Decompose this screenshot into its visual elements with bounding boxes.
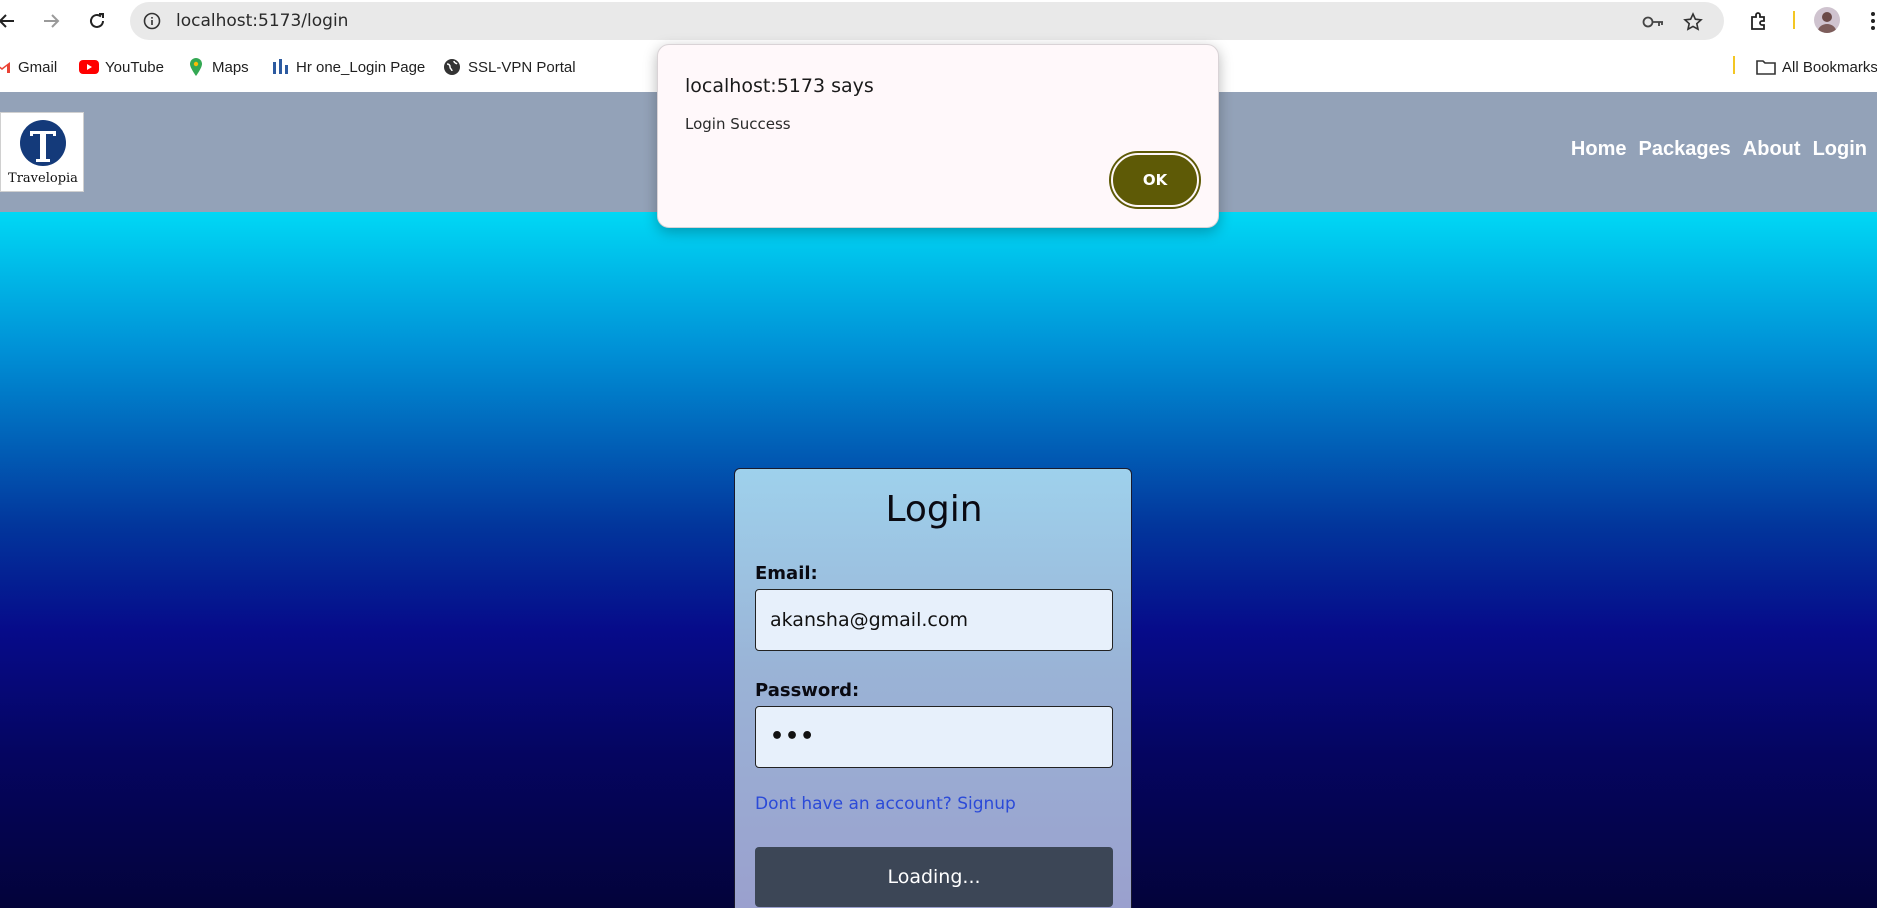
folder-icon (1756, 57, 1776, 77)
bookmark-star-icon[interactable] (1682, 11, 1704, 33)
maps-pin-icon (186, 57, 206, 77)
bookmarks-divider (1733, 56, 1735, 74)
alert-dialog: localhost:5173 says Login Success OK (657, 44, 1219, 228)
bookmark-gmail[interactable]: Gmail (0, 56, 57, 78)
url-text[interactable]: localhost:5173/login (176, 11, 348, 31)
dialog-title: localhost:5173 says (685, 75, 874, 97)
nav-home[interactable]: Home (1571, 138, 1627, 161)
back-arrow-icon[interactable] (0, 8, 20, 34)
email-field[interactable]: akansha@gmail.com (755, 589, 1113, 651)
globe-icon (442, 57, 462, 77)
login-submit-button[interactable]: Loading... (755, 847, 1113, 907)
ok-button[interactable]: OK (1111, 153, 1199, 207)
toolbar-divider (1793, 11, 1795, 29)
avatar[interactable] (1814, 7, 1840, 33)
site-nav: Home Packages About Login (1571, 138, 1867, 161)
bookmark-hr-one[interactable]: Hr one_Login Page (270, 56, 425, 78)
bookmark-label: YouTube (105, 58, 164, 76)
forward-arrow-icon[interactable] (38, 8, 64, 34)
address-bar[interactable]: localhost:5173/login (130, 2, 1724, 40)
bookmark-maps[interactable]: Maps (186, 56, 249, 78)
bookmark-label: Maps (212, 58, 249, 76)
logo-emblem-icon (20, 120, 66, 166)
gmail-icon (0, 57, 12, 77)
password-label: Password: (755, 680, 860, 701)
nav-login[interactable]: Login (1813, 138, 1867, 161)
site-logo[interactable]: Travelopia (0, 112, 84, 192)
all-bookmarks[interactable]: All Bookmarks (1756, 56, 1877, 78)
browser-toolbar: localhost:5173/login (0, 0, 1877, 42)
site-info-icon[interactable] (142, 11, 162, 31)
youtube-icon (79, 57, 99, 77)
bookmark-youtube[interactable]: YouTube (79, 56, 164, 78)
email-label: Email: (755, 563, 818, 584)
reload-icon[interactable] (84, 8, 110, 34)
signup-link[interactable]: Dont have an account? Signup (755, 794, 1016, 814)
login-card: Login Email: akansha@gmail.com Password:… (734, 468, 1132, 908)
password-field[interactable]: ••• (755, 706, 1113, 768)
extensions-icon[interactable] (1746, 8, 1772, 34)
password-key-icon[interactable] (1642, 11, 1664, 33)
nav-packages[interactable]: Packages (1639, 138, 1731, 161)
bookmark-ssl-vpn[interactable]: SSL-VPN Portal (442, 56, 576, 78)
hero-background: Login Email: akansha@gmail.com Password:… (0, 212, 1877, 908)
bookmark-label: Hr one_Login Page (296, 58, 426, 76)
bookmark-label: Gmail (18, 58, 58, 76)
login-title: Login (885, 489, 983, 530)
hr-one-icon (270, 57, 290, 77)
bookmark-label: All Bookmarks (1782, 58, 1877, 76)
dialog-message: Login Success (685, 115, 791, 133)
logo-text: Travelopia (8, 171, 78, 186)
bookmark-label: SSL-VPN Portal (468, 58, 576, 76)
nav-about[interactable]: About (1743, 138, 1801, 161)
kebab-menu-icon[interactable] (1860, 8, 1877, 34)
